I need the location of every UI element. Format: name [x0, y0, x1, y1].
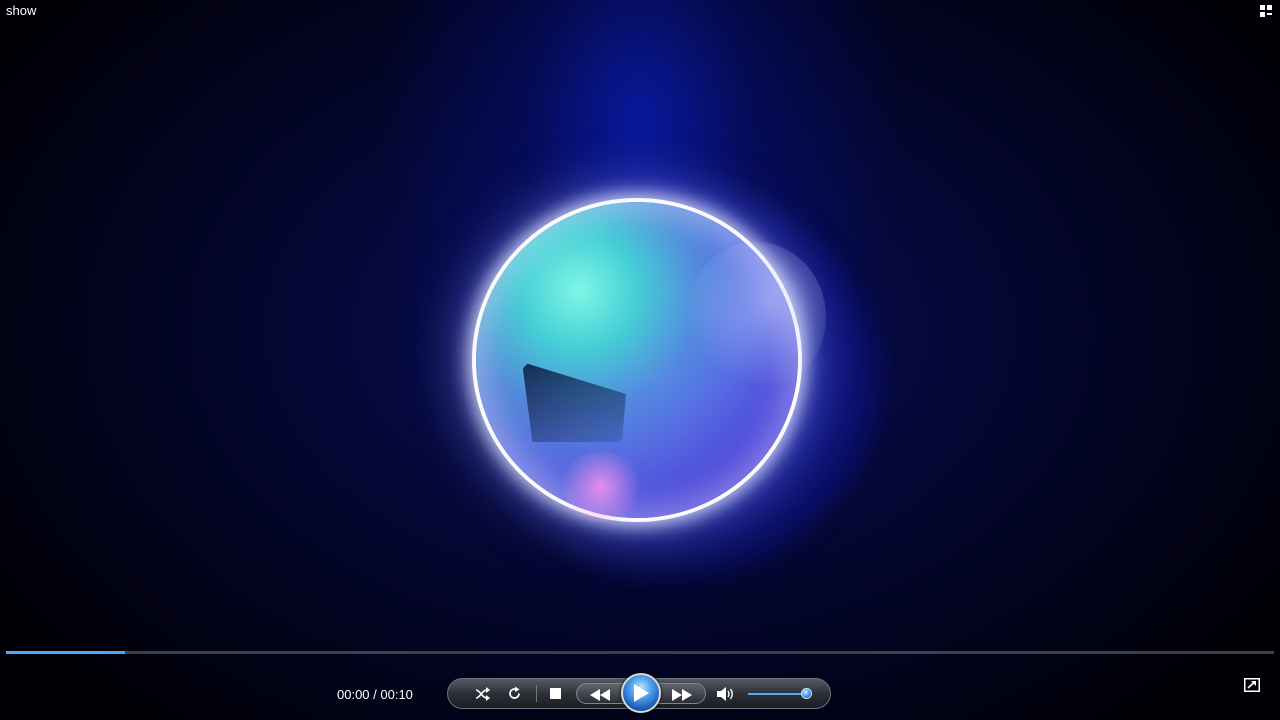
volume-icon — [716, 686, 733, 701]
play-button[interactable] — [621, 673, 661, 713]
stop-icon — [549, 688, 561, 699]
orb-shadow — [522, 362, 626, 442]
seek-progress — [6, 651, 126, 654]
previous-icon — [590, 688, 610, 701]
repeat-icon — [508, 686, 520, 699]
mute-button[interactable] — [714, 679, 738, 708]
stop-button[interactable] — [544, 679, 566, 708]
window-title: show — [6, 3, 37, 18]
orb-highlight — [556, 452, 646, 522]
playback-controls — [447, 673, 831, 713]
play-icon — [634, 684, 649, 702]
volume-slider[interactable] — [748, 688, 812, 699]
previous-button[interactable] — [585, 680, 615, 709]
video-area[interactable]: show 00:00 / 00:10 — [0, 0, 1280, 720]
next-icon — [672, 688, 692, 701]
shuffle-button[interactable] — [472, 679, 494, 708]
orb — [476, 202, 826, 522]
next-button[interactable] — [667, 680, 697, 709]
repeat-button[interactable] — [503, 679, 525, 708]
seek-bar[interactable] — [6, 651, 1274, 654]
separator — [536, 685, 537, 702]
visualization-orb — [440, 170, 900, 590]
switch-layout-icon[interactable] — [1260, 5, 1272, 17]
switch-to-now-playing-icon[interactable] — [1244, 678, 1260, 692]
orb-sheen — [686, 242, 826, 392]
time-display: 00:00 / 00:10 — [337, 687, 413, 702]
shuffle-icon — [475, 686, 490, 701]
volume-slider-thumb[interactable] — [800, 688, 812, 699]
